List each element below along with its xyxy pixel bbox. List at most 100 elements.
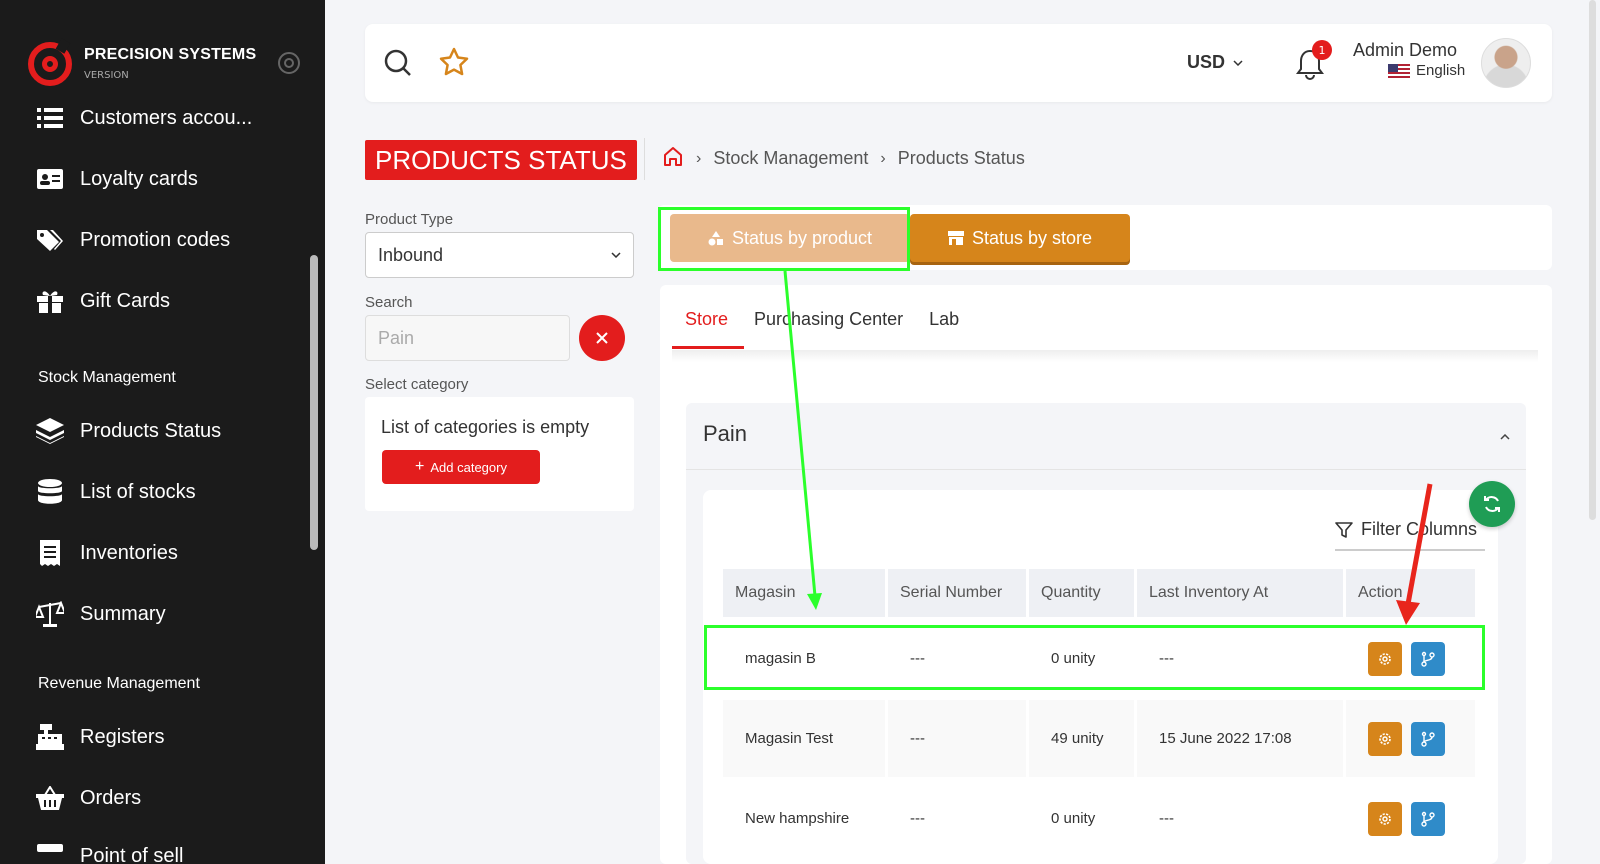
- cell-serial: ---: [888, 700, 1026, 777]
- sidebar-item-label: Loyalty cards: [80, 167, 198, 190]
- sidebar-item-summary[interactable]: Summary: [36, 598, 296, 630]
- sidebar-item-customers-accounts[interactable]: Customers accou...: [36, 102, 296, 134]
- settings-button[interactable]: [1368, 721, 1402, 756]
- store-icon: [947, 231, 964, 245]
- section-stock-management: Stock Management: [38, 369, 176, 386]
- plus-icon: +: [415, 458, 425, 475]
- category-label: Select category: [365, 376, 469, 393]
- annotation-highlight-status-by-product: [658, 207, 910, 271]
- sidebar-item-label: Orders: [80, 786, 142, 809]
- chevron-down-icon: [611, 252, 621, 258]
- table-row: Magasin Test --- 49 unity 15 June 2022 1…: [723, 700, 1475, 777]
- chevron-up-icon[interactable]: [1500, 428, 1510, 444]
- category-empty-message: List of categories is empty: [381, 417, 590, 437]
- sidebar-item-list-of-stocks[interactable]: List of stocks: [36, 476, 296, 508]
- column-header-magasin[interactable]: Magasin: [723, 569, 885, 617]
- table-header-row: Magasin Serial Number Quantity Last Inve…: [723, 569, 1475, 617]
- sidebar-item-label: Registers: [80, 725, 165, 748]
- branch-icon: [1421, 811, 1435, 827]
- currency-select[interactable]: USD: [1187, 52, 1243, 73]
- transfer-button[interactable]: [1411, 721, 1445, 756]
- cash-register-icon: [36, 723, 64, 751]
- basket-icon: [36, 784, 64, 812]
- tab-lab[interactable]: Lab: [916, 305, 972, 334]
- sidebar-item-registers[interactable]: Registers: [36, 721, 296, 753]
- cell-serial: ---: [888, 780, 1026, 857]
- search-label: Search: [365, 294, 413, 311]
- brand-version: VERSION: [84, 70, 129, 81]
- cell-actions: [1346, 700, 1475, 777]
- search-input[interactable]: Pain: [365, 315, 570, 361]
- layers-icon: [36, 417, 64, 445]
- status-by-store-button[interactable]: Status by store: [910, 214, 1130, 262]
- refresh-icon: [1484, 496, 1500, 512]
- filter-columns-label: Filter Columns: [1361, 519, 1478, 539]
- column-header-last-inventory[interactable]: Last Inventory At: [1137, 569, 1343, 617]
- sidebar: PRECISION SYSTEMS VERSION Customers acco…: [0, 0, 325, 864]
- product-type-value: Inbound: [378, 244, 444, 265]
- sidebar-item-label: Products Status: [80, 419, 222, 442]
- cell-quantity: 0 unity: [1029, 780, 1134, 857]
- sidebar-item-loyalty-cards[interactable]: Loyalty cards: [36, 163, 296, 195]
- home-icon[interactable]: [662, 145, 684, 172]
- settings-button[interactable]: [1368, 801, 1402, 836]
- search-icon[interactable]: [383, 48, 413, 82]
- branch-icon: [1421, 731, 1435, 747]
- chevron-right-icon: ›: [880, 149, 886, 167]
- breadcrumb-item-products-status: Products Status: [897, 148, 1025, 168]
- tab-store[interactable]: Store: [672, 305, 741, 334]
- status-by-store-label: Status by store: [971, 227, 1093, 248]
- gear-icon: [1379, 732, 1391, 745]
- breadcrumb-item-stock-management[interactable]: Stock Management: [713, 148, 868, 169]
- sidebar-item-point-of-sell[interactable]: Point of sell: [36, 840, 296, 864]
- annotation-highlight-first-row: [704, 625, 1485, 690]
- column-header-serial-number[interactable]: Serial Number: [888, 569, 1026, 617]
- breadcrumb: › Stock Management › Products Status: [662, 145, 1025, 172]
- language-label: English: [1416, 62, 1466, 79]
- table-row: New hampshire --- 0 unity ---: [723, 780, 1475, 857]
- filter-icon: [1335, 521, 1353, 538]
- cell-last-inventory: 15 June 2022 17:08: [1137, 700, 1343, 777]
- sidebar-item-products-status[interactable]: Products Status: [36, 415, 296, 447]
- store-icon: [36, 842, 64, 864]
- accordion-title[interactable]: Pain: [703, 421, 747, 447]
- sidebar-item-label: Gift Cards: [80, 289, 171, 312]
- clear-search-button[interactable]: [579, 315, 625, 361]
- language-select[interactable]: English: [1388, 62, 1465, 79]
- currency-value: USD: [1187, 52, 1226, 72]
- sidebar-item-promotion-codes[interactable]: Promotion codes: [36, 224, 296, 256]
- active-tab-indicator: [672, 346, 744, 349]
- product-type-select[interactable]: Inbound: [365, 232, 634, 278]
- receipt-icon: [36, 539, 64, 567]
- top-bar: USD 1 Admin Demo English: [365, 24, 1552, 102]
- gear-icon: [1379, 812, 1391, 825]
- sidebar-item-gift-cards[interactable]: Gift Cards: [36, 285, 296, 317]
- column-header-quantity[interactable]: Quantity: [1029, 569, 1134, 617]
- sidebar-item-orders[interactable]: Orders: [36, 782, 296, 814]
- sidebar-toggle-icon[interactable]: [278, 52, 300, 74]
- sidebar-item-label: Summary: [80, 602, 166, 625]
- sidebar-scrollbar[interactable]: [310, 255, 318, 550]
- cell-actions: [1346, 780, 1475, 857]
- sidebar-item-label: Promotion codes: [80, 228, 231, 251]
- sidebar-item-inventories[interactable]: Inventories: [36, 537, 296, 569]
- close-icon: [596, 332, 608, 344]
- transfer-button[interactable]: [1411, 801, 1445, 836]
- brand[interactable]: PRECISION SYSTEMS VERSION: [28, 38, 318, 88]
- chevron-right-icon: ›: [696, 149, 702, 167]
- us-flag-icon: [1388, 63, 1410, 78]
- cell-magasin: New hampshire: [723, 780, 885, 857]
- filter-columns-button[interactable]: Filter Columns: [1335, 519, 1477, 540]
- page-scrollbar[interactable]: [1589, 0, 1596, 520]
- tab-purchasing-center[interactable]: Purchasing Center: [741, 305, 916, 334]
- cell-last-inventory: ---: [1137, 780, 1343, 857]
- avatar[interactable]: [1481, 38, 1531, 88]
- star-icon[interactable]: [438, 46, 470, 82]
- user-name[interactable]: Admin Demo: [1353, 40, 1457, 61]
- column-header-action: Action: [1346, 569, 1475, 617]
- add-category-label: Add category: [430, 459, 507, 475]
- tags-icon: [36, 226, 64, 254]
- database-icon: [36, 478, 64, 506]
- cell-quantity: 49 unity: [1029, 700, 1134, 777]
- add-category-button[interactable]: + Add category: [382, 450, 540, 484]
